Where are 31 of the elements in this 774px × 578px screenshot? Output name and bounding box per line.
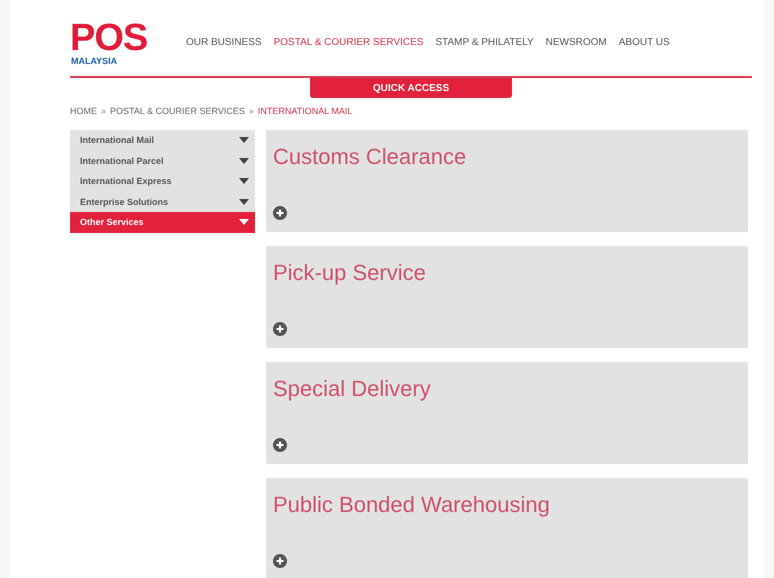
sidebar-item[interactable]: International Parcel: [70, 150, 255, 171]
expand-icon[interactable]: [273, 554, 287, 568]
service-title: Pick-up Service: [273, 260, 426, 286]
service-title: Public Bonded Warehousing: [273, 492, 550, 518]
caret-icon: [239, 178, 249, 184]
sidebar-item[interactable]: International Mail: [70, 130, 255, 150]
expand-icon[interactable]: [273, 438, 287, 452]
nav-link[interactable]: NEWSROOM: [546, 36, 607, 48]
logo-mark[interactable]: POS: [70, 20, 170, 56]
nav-link[interactable]: ABOUT US: [618, 36, 670, 48]
service-title: Customs Clearance: [273, 144, 466, 170]
service-title: Special Delivery: [273, 376, 431, 402]
caret-icon: [239, 137, 249, 144]
logo-subtitle: MALAYSIA: [71, 56, 118, 66]
sidebar-item[interactable]: Enterprise Solutions: [70, 192, 255, 212]
quick-access-tab[interactable]: QUICK ACCESS: [310, 78, 512, 98]
breadcrumb-separator: »: [248, 106, 254, 118]
expand-icon[interactable]: [273, 206, 287, 220]
breadcrumb-separator: »: [101, 106, 106, 118]
nav-link[interactable]: OUR BUSINESS: [186, 36, 262, 48]
caret-icon: [239, 219, 249, 226]
breadcrumb-link[interactable]: HOME: [70, 106, 97, 120]
nav-link[interactable]: POSTAL & COURIER SERVICES: [274, 36, 424, 48]
caret-icon: [239, 198, 249, 205]
nav-link[interactable]: STAMP & PHILATELY: [435, 36, 534, 48]
sidebar-item[interactable]: International Express: [70, 171, 255, 192]
caret-icon: [239, 158, 249, 164]
breadcrumb-link[interactable]: POSTAL & COURIER SERVICES: [110, 106, 245, 120]
breadcrumb-link[interactable]: INTERNATIONAL MAIL: [258, 106, 352, 120]
expand-icon[interactable]: [273, 322, 287, 336]
sidebar-item[interactable]: Other Services: [70, 212, 255, 232]
